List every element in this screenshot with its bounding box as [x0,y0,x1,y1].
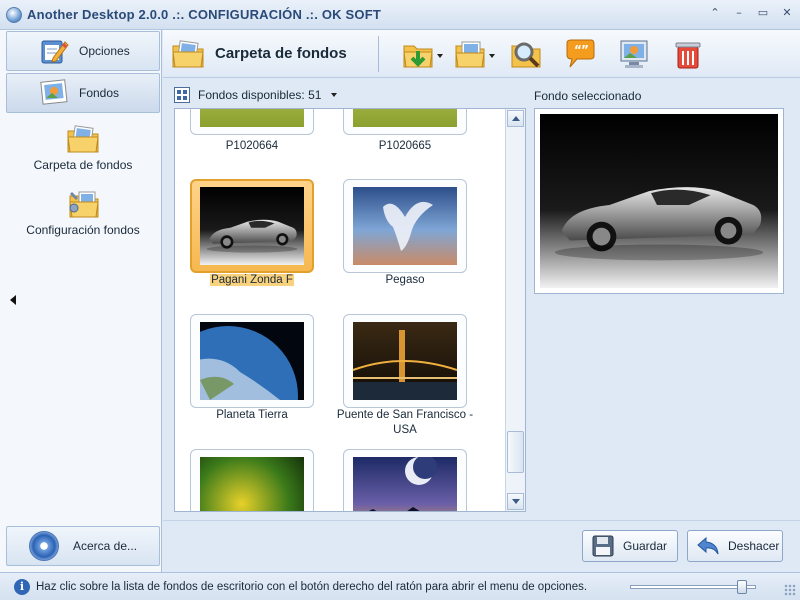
delete-button[interactable] [671,36,705,72]
selected-wallpaper-preview [540,114,778,288]
sidebar-item-label: Opciones [79,44,130,58]
wallpaper-thumb[interactable] [343,109,467,135]
notepad-pencil-icon [41,40,69,64]
thumb-label: Puente de San Francisco - USA [336,409,474,436]
scroll-down-button[interactable] [507,493,524,510]
wallpaper-thumb[interactable] [343,449,467,511]
arrow-down-icon [512,499,520,504]
preview-title: Fondo seleccionado [534,89,642,103]
status-message: Haz clic sobre la lista de fondos de esc… [36,580,588,593]
wallpaper-image [353,322,457,400]
add-to-folder-icon [403,45,433,68]
wallpaper-thumb[interactable] [190,109,314,135]
wallpaper-image [353,457,457,511]
folder-settings-icon [69,191,99,218]
comment-icon: “ ” [566,39,595,68]
window-title: Another Desktop 2.0.0 .:. CONFIGURACIÓN … [27,7,382,22]
toolbar-separator [378,36,379,72]
delete-icon [675,42,701,69]
save-label: Guardar [623,539,668,553]
sidebar-item-opciones[interactable]: Opciones [6,31,160,71]
maximize-button[interactable]: ▭ [756,6,770,20]
thumb-label: Pagani Zonda F [210,274,294,286]
preview-frame [534,108,784,294]
collapse-sidebar-arrow-icon[interactable] [10,295,16,305]
resize-grip-icon[interactable] [784,584,796,596]
folder-options-button[interactable] [453,36,495,72]
gallery-scrollbar[interactable] [505,109,525,511]
set-wallpaper-icon [620,40,648,68]
rollup-button[interactable]: ⌃ [708,6,722,20]
thumb-label: Planeta Tierra [216,409,288,421]
wallpaper-image [200,109,304,127]
sidebar-item-fondos[interactable]: Fondos [6,73,160,113]
floppy-disk-icon [592,535,614,557]
window-controls: ⌃ – ▭ ✕ [708,6,794,20]
about-button[interactable]: Acerca de... [6,526,160,566]
task-carpeta-de-fondos[interactable]: Carpeta de fondos [6,123,160,172]
wallpaper-image [200,187,304,265]
wallpaper-image [200,457,304,511]
task-label: Carpeta de fondos [33,158,133,172]
task-configuracion-fondos[interactable]: Configuración fondos [6,188,160,237]
undo-label: Deshacer [728,539,780,553]
dropdown-arrow-icon [331,93,338,97]
dropdown-arrow-icon [437,54,443,58]
wallpaper-image [353,109,457,127]
wallpaper-thumb[interactable] [190,314,314,408]
dropdown-arrow-icon [489,54,495,58]
about-label: Acerca de... [73,539,138,553]
zoom-slider[interactable] [630,580,760,594]
wallpaper-count: Fondos disponibles: 51 [198,88,322,102]
search-button[interactable] [509,36,543,72]
title-bar: Another Desktop 2.0.0 .:. CONFIGURACIÓN … [0,0,800,30]
image-folder-icon [172,39,204,67]
add-to-folder-button[interactable] [401,36,443,72]
set-wallpaper-button[interactable] [617,36,651,72]
toolbar-title: Carpeta de fondos [215,45,347,62]
sidebar-item-label: Fondos [79,86,120,100]
cd-icon [29,531,59,561]
search-icon [511,42,541,68]
comment-button[interactable]: “ ” [563,36,597,72]
picture-icon [40,79,68,105]
info-icon: i [14,578,30,595]
wallpaper-thumb[interactable] [190,449,314,511]
wallpaper-thumb[interactable] [343,179,467,273]
gallery-header[interactable]: Fondos disponibles: 51 [174,84,520,106]
wallpaper-image [353,187,457,265]
thumb-label: P1020665 [378,140,432,152]
scroll-thumb[interactable] [507,431,524,473]
close-button[interactable]: ✕ [780,6,794,20]
thumb-label: P1020664 [225,140,279,152]
wallpaper-thumb[interactable] [343,314,467,408]
svg-text:”: ” [581,43,589,57]
app-globe-icon [6,6,22,23]
save-button[interactable]: Guardar [582,530,678,562]
folder-options-icon [455,41,485,68]
scroll-up-button[interactable] [507,110,524,127]
wallpaper-image [200,322,304,400]
toolbar: Carpeta de fondos “ ” [163,30,800,78]
arrow-up-icon [512,116,520,121]
task-label: Configuración fondos [26,223,140,237]
thumbnail-view-icon [174,87,190,103]
slider-knob[interactable] [737,580,747,594]
wallpaper-thumb-selected[interactable] [190,179,314,273]
action-bar: Guardar Deshacer [163,520,800,572]
image-folder-icon [67,125,99,153]
sidebar: Opciones Fondos Carpeta de fondos Config… [0,30,162,572]
undo-arrow-icon [697,536,719,555]
minimize-button[interactable]: – [732,6,746,20]
status-bar: i Haz clic sobre la lista de fondos de e… [0,572,800,600]
thumb-label: Pegaso [385,274,425,286]
undo-button[interactable]: Deshacer [687,530,783,562]
wallpaper-gallery[interactable]: P1020664 P1020665 Pagani Zonda F Pegaso … [174,108,526,512]
